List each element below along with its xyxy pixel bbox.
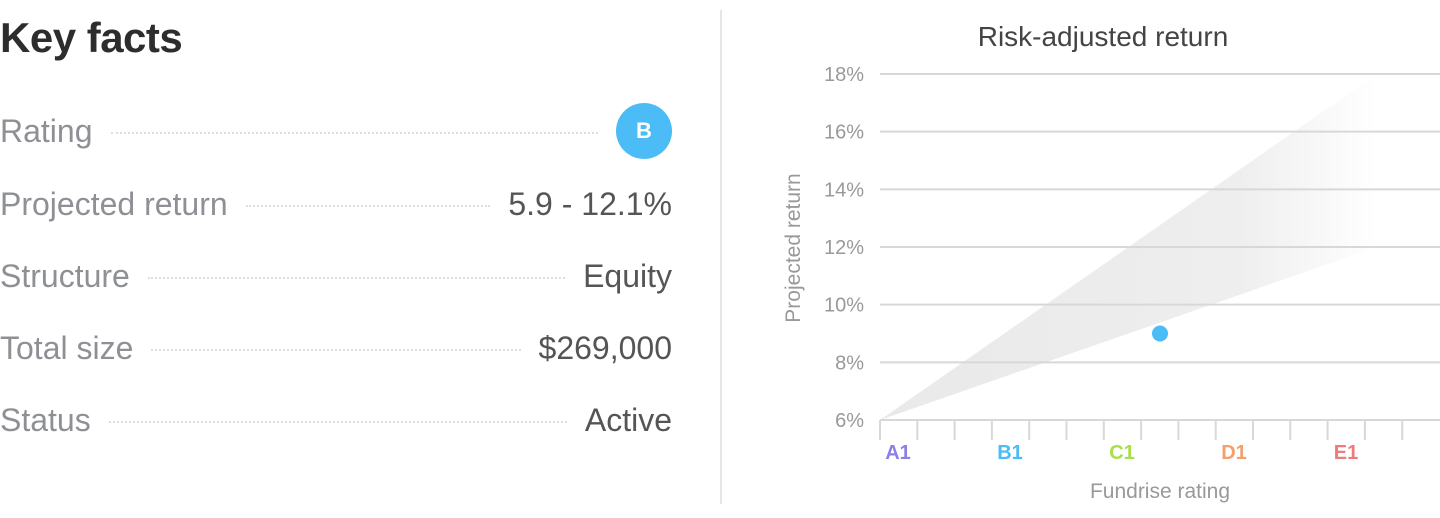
key-facts-panel: Key facts Rating B Projected return 5.9 … bbox=[0, 0, 690, 518]
chart-canvas: Risk-adjusted return Projected return Fu… bbox=[782, 21, 1440, 503]
rating-badge: B bbox=[616, 103, 672, 159]
fact-value: Equity bbox=[583, 257, 672, 294]
dotted-leader bbox=[151, 349, 521, 351]
y-tick-label: 6% bbox=[835, 410, 864, 432]
dotted-leader bbox=[147, 277, 566, 279]
x-tick-label: C1 bbox=[1109, 442, 1135, 464]
x-tick-label: B1 bbox=[997, 442, 1023, 464]
fact-label: Structure bbox=[0, 257, 130, 294]
dotted-leader bbox=[110, 132, 598, 134]
data-point bbox=[1152, 325, 1168, 342]
fact-label: Total size bbox=[0, 329, 134, 366]
key-facts-title: Key facts bbox=[0, 14, 183, 61]
fact-label: Rating bbox=[0, 112, 93, 149]
y-tick-label: 8% bbox=[835, 352, 864, 374]
fact-label: Status bbox=[0, 401, 91, 438]
x-axis-label: Fundrise rating bbox=[1090, 480, 1230, 503]
y-tick-label: 16% bbox=[824, 122, 864, 144]
y-tick-label: 10% bbox=[824, 295, 864, 317]
x-tick-label: D1 bbox=[1221, 442, 1247, 464]
y-tick-label: 14% bbox=[824, 179, 864, 201]
fact-label: Projected return bbox=[0, 185, 228, 222]
fact-row-projected-return: Projected return 5.9 - 12.1% bbox=[0, 179, 672, 229]
fact-value: $269,000 bbox=[538, 329, 672, 366]
fact-value: Active bbox=[584, 401, 672, 438]
fact-row-status: Status Active bbox=[0, 395, 672, 445]
x-tick-label: A1 bbox=[885, 442, 911, 464]
fact-value: 5.9 - 12.1% bbox=[508, 185, 672, 222]
risk-return-chart: Risk-adjusted return Projected return Fu… bbox=[722, 0, 1440, 518]
y-tick-label: 12% bbox=[824, 237, 864, 259]
fact-row-structure: Structure Equity bbox=[0, 251, 672, 301]
dotted-leader bbox=[245, 205, 491, 207]
dotted-leader bbox=[108, 421, 567, 423]
chart-title: Risk-adjusted return bbox=[978, 21, 1229, 52]
fact-row-rating: Rating B bbox=[0, 103, 672, 159]
y-axis-label: Projected return bbox=[782, 173, 805, 322]
x-tick-label: E1 bbox=[1334, 442, 1358, 464]
fact-row-total-size: Total size $269,000 bbox=[0, 323, 672, 373]
y-tick-label: 18% bbox=[824, 64, 864, 86]
